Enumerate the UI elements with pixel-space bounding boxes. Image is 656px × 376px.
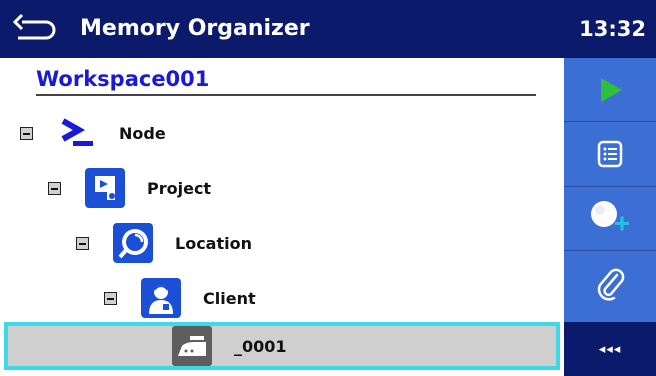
add-item-button[interactable]: [564, 190, 656, 246]
tree-item-location[interactable]: Location: [76, 223, 252, 263]
run-button[interactable]: [564, 62, 656, 118]
list-icon: [597, 140, 623, 168]
divider: [564, 250, 656, 251]
back-button[interactable]: [12, 10, 62, 50]
appliance-iron-icon: [172, 326, 212, 366]
tree-item-label: Location: [175, 233, 252, 253]
tree-item-node[interactable]: Node: [20, 113, 166, 153]
collapse-toggle[interactable]: [76, 236, 89, 250]
tree-item-label: _0001: [234, 336, 287, 356]
view-list-button[interactable]: [564, 126, 656, 182]
tree-item-label: Project: [147, 178, 212, 198]
divider: [564, 121, 656, 122]
add-icon: [591, 201, 629, 231]
divider: [564, 186, 656, 187]
client-icon: [141, 278, 181, 318]
tree-item-label: Client: [203, 288, 256, 308]
tree-item-client[interactable]: Client: [104, 278, 256, 318]
node-prompt-icon: [61, 118, 93, 146]
back-arrow-icon: [12, 13, 56, 40]
collapse-toggle[interactable]: [20, 126, 33, 140]
action-sidebar: ◂◂◂: [564, 58, 656, 376]
attach-button[interactable]: [564, 256, 656, 312]
collapse-toggle[interactable]: [104, 291, 117, 305]
clock: 13:32: [579, 17, 646, 41]
collapse-toggle[interactable]: [48, 181, 61, 195]
location-icon: [113, 223, 153, 263]
project-icon: [85, 168, 125, 208]
more-options-button[interactable]: ◂◂◂: [564, 322, 656, 376]
play-icon: [601, 78, 622, 102]
more-icon: ◂◂◂: [598, 341, 622, 357]
selected-tree-item[interactable]: _0001: [4, 322, 560, 370]
paperclip-icon: [597, 268, 625, 301]
tree-item-project[interactable]: Project: [48, 168, 211, 208]
page-title: Memory Organizer: [80, 16, 310, 41]
workspace-name[interactable]: Workspace001: [36, 66, 536, 96]
title-bar: Memory Organizer 13:32: [0, 0, 656, 58]
tree-item-label: Node: [119, 123, 166, 143]
